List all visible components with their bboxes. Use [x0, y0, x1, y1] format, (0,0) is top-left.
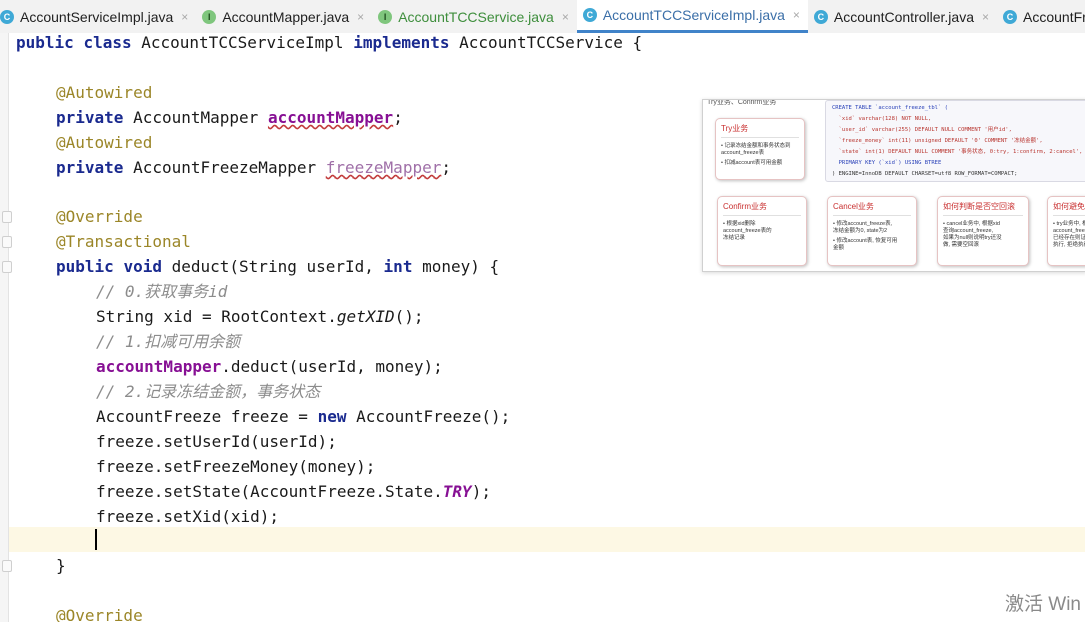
- sql-line: CREATE TABLE `account_freeze_tbl` (: [832, 105, 948, 111]
- card-item: • 根据xid删除 account_freeze表的 冻结记录: [723, 221, 772, 241]
- code-line: @Override: [56, 606, 143, 622]
- code-line: freeze.setFreezeMoney(money);: [96, 457, 376, 476]
- editor-tab-bar: C AccountServiceImpl.java × I AccountMap…: [0, 0, 1085, 34]
- tab-accountmapper[interactable]: I AccountMapper.java ×: [196, 1, 372, 33]
- overlay-caption: Try业务、Confirm业务: [707, 99, 777, 106]
- fold-marker-icon[interactable]: [2, 261, 12, 273]
- code-line: freeze.setXid(xid);: [96, 507, 280, 526]
- tab-accountserviceimpl[interactable]: C AccountServiceImpl.java ×: [0, 1, 196, 33]
- try-card: Try业务 • 记录冻结金额和事务状态到 account_freeze表 • 扣…: [715, 118, 805, 180]
- code-line: public class AccountTCCServiceImpl imple…: [16, 33, 643, 52]
- sql-snippet: CREATE TABLE `account_freeze_tbl` ( `xid…: [825, 100, 1085, 182]
- fold-marker-icon[interactable]: [2, 236, 12, 248]
- code-line: private AccountMapper accountMapper;: [56, 108, 403, 127]
- code-line: AccountFreeze freeze = new AccountFreeze…: [96, 407, 511, 426]
- card-title: 如何判断是否空回滚: [943, 201, 1023, 216]
- confirm-card: Confirm业务 • 根据xid删除 account_freeze表的 冻结记…: [717, 196, 807, 266]
- class-icon: C: [0, 10, 14, 24]
- code-line: @Autowired: [56, 133, 153, 152]
- card-item: • try业务中, 根据xid查询 account_freeze, 如果 已经存…: [1053, 221, 1085, 248]
- tab-accountcontroller[interactable]: C AccountController.java ×: [808, 1, 997, 33]
- interface-icon: I: [378, 10, 393, 24]
- class-icon: C: [1003, 10, 1017, 24]
- code-line: private AccountFreezeMapper freezeMapper…: [56, 158, 451, 177]
- tab-label: AccountController.java: [833, 9, 974, 25]
- close-icon[interactable]: ×: [793, 8, 800, 22]
- code-line: accountMapper.deduct(userId, money);: [96, 357, 443, 376]
- card-item: • 修改account_freeze表, 冻结金额为0, state为2: [833, 221, 893, 234]
- interface-icon: I: [202, 10, 217, 24]
- empty-rollback-card: 如何判断是否空回滚 • cancel业务中, 根据xid 查询account_f…: [937, 196, 1029, 266]
- card-title: Cancel业务: [833, 201, 911, 216]
- text-cursor: [95, 529, 97, 550]
- card-title: 如何避免业务悬挂: [1053, 201, 1085, 216]
- card-title: Try业务: [721, 123, 799, 138]
- code-line: // 1.扣减可用余额: [96, 332, 241, 351]
- close-icon[interactable]: ×: [181, 10, 188, 24]
- code-line: @Autowired: [56, 83, 153, 102]
- card-item: • cancel业务中, 根据xid 查询account_freeze, 如果为…: [943, 221, 1002, 248]
- cancel-card: Cancel业务 • 修改account_freeze表, 冻结金额为0, st…: [827, 196, 917, 266]
- sql-line: `state` int(1) DEFAULT NULL COMMENT '事务状…: [832, 149, 1083, 155]
- sql-line: ) ENGINE=InnoDB DEFAULT CHARSET=utf8 ROW…: [832, 171, 1018, 177]
- tab-label: AccountServiceImpl.java: [20, 9, 174, 25]
- class-icon: C: [813, 10, 828, 24]
- editor-gutter: [0, 33, 9, 622]
- tab-accounttccservice[interactable]: I AccountTCCService.java ×: [372, 1, 577, 33]
- code-line: String xid = RootContext.getXID();: [96, 307, 424, 326]
- close-icon[interactable]: ×: [982, 10, 989, 24]
- tab-label: AccountFreeze.ja: [1023, 9, 1085, 25]
- code-line: @Override: [56, 207, 143, 226]
- close-icon[interactable]: ×: [357, 10, 364, 24]
- card-item: • 修改account表, 恢复可用 金额: [833, 238, 898, 251]
- current-line-highlight: [9, 527, 1085, 552]
- sql-line: `user_id` varchar(255) DEFAULT NULL COMM…: [832, 127, 1012, 133]
- card-item: • 记录冻结金额和事务状态到 account_freeze表: [721, 143, 791, 156]
- code-line: freeze.setState(AccountFreeze.State.TRY)…: [96, 482, 491, 501]
- code-line: // 2.记录冻结金额，事务状态: [96, 382, 321, 401]
- tab-accountfreeze[interactable]: C AccountFreeze.ja: [997, 1, 1085, 33]
- close-icon[interactable]: ×: [562, 10, 569, 24]
- code-line: @Transactional: [56, 232, 191, 251]
- class-icon: C: [582, 8, 597, 22]
- tab-label: AccountTCCService.java: [398, 9, 554, 25]
- code-line: freeze.setUserId(userId);: [96, 432, 337, 451]
- code-line: public void deduct(String userId, int mo…: [56, 257, 500, 276]
- tab-label: AccountTCCServiceImpl.java: [602, 7, 785, 23]
- sql-line: `xid` varchar(128) NOT NULL,: [832, 116, 932, 122]
- code-line: }: [56, 556, 66, 575]
- sql-line: `freeze_money` int(11) unsigned DEFAULT …: [832, 138, 1043, 144]
- slide-thumbnail-overlay: Try业务、Confirm业务 CREATE TABLE `account_fr…: [702, 99, 1085, 272]
- sql-line: PRIMARY KEY (`xid`) USING BTREE: [832, 160, 942, 166]
- tab-label: AccountMapper.java: [222, 9, 350, 25]
- suspension-card: 如何避免业务悬挂 • try业务中, 根据xid查询 account_freez…: [1047, 196, 1085, 266]
- card-title: Confirm业务: [723, 201, 801, 216]
- card-item: • 扣减account表可用金额: [721, 160, 783, 166]
- fold-marker-icon[interactable]: [2, 560, 12, 572]
- fold-marker-icon[interactable]: [2, 211, 12, 223]
- windows-activation-watermark: 激活 Win: [1005, 594, 1082, 615]
- tab-accounttccserviceimpl[interactable]: C AccountTCCServiceImpl.java ×: [576, 0, 808, 33]
- code-line: // 0.获取事务id: [96, 282, 228, 301]
